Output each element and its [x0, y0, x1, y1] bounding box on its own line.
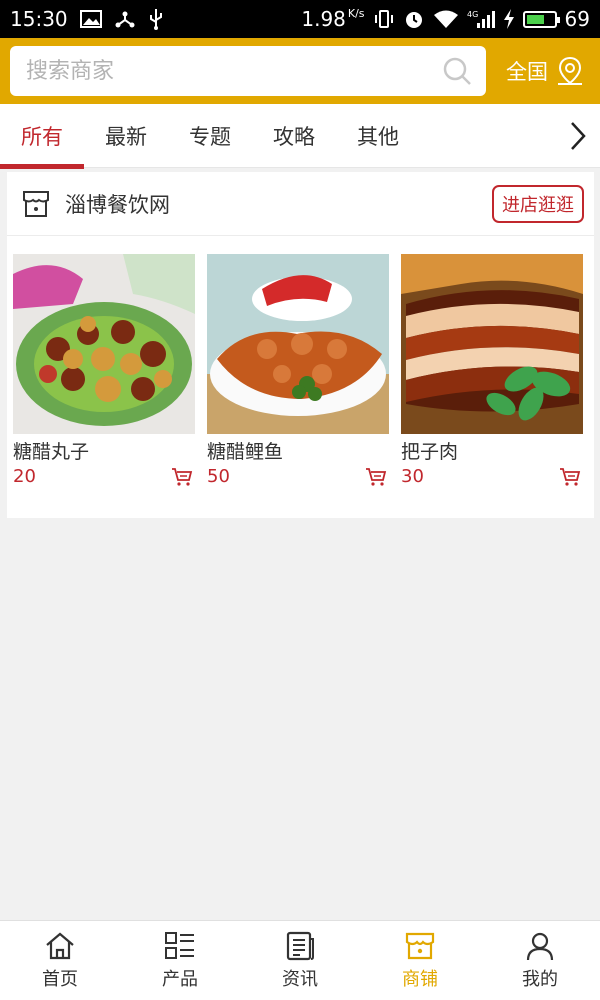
visit-shop-button[interactable]: 进店逛逛 — [492, 184, 584, 223]
shop-header: 淄博餐饮网 进店逛逛 — [7, 172, 594, 236]
location-icon — [556, 56, 584, 86]
product-meta: 50 — [207, 466, 389, 487]
product-image[interactable] — [207, 254, 389, 434]
region-selector[interactable]: 全国 — [506, 56, 590, 86]
network-label: 4G — [467, 10, 478, 19]
news-icon — [285, 931, 315, 961]
product-meta: 30 — [401, 466, 583, 487]
image-icon — [79, 10, 102, 28]
store-icon — [21, 189, 51, 219]
share-icon — [114, 9, 136, 29]
tab-guides[interactable]: 攻略 — [252, 104, 336, 168]
usb-icon — [148, 8, 164, 30]
status-left: 15:30 — [10, 7, 164, 31]
home-icon — [44, 931, 76, 961]
search-icon[interactable] — [442, 56, 472, 86]
vibrate-icon — [373, 9, 395, 29]
region-label: 全国 — [506, 60, 548, 84]
tabs-next-button[interactable] — [556, 104, 600, 168]
nav-shops-label: 商铺 — [402, 968, 438, 990]
cart-icon[interactable] — [171, 467, 195, 487]
product-price: 20 — [13, 466, 36, 487]
signal-icon: 4G — [467, 9, 495, 29]
product-list: 糖醋丸子 20 糖醋鲤鱼 50 把子肉 30 — [7, 236, 594, 487]
chevron-right-icon — [570, 121, 586, 151]
nav-profile[interactable]: 我的 — [480, 921, 600, 1000]
search-input[interactable] — [26, 58, 442, 84]
bottom-nav: 首页 产品 资讯 商铺 我的 — [0, 920, 600, 1000]
nav-products[interactable]: 产品 — [120, 921, 240, 1000]
network-speed: 1.98 K/s — [301, 7, 364, 31]
category-tabs: 所有 最新 专题 攻略 其他 — [0, 104, 600, 169]
product-meta: 20 — [13, 466, 195, 487]
nav-news-label: 资讯 — [282, 968, 318, 990]
list-icon — [164, 931, 196, 961]
product-image[interactable] — [401, 254, 583, 434]
nav-home[interactable]: 首页 — [0, 921, 120, 1000]
nav-shops[interactable]: 商铺 — [360, 921, 480, 1000]
product-price: 50 — [207, 466, 230, 487]
product-price: 30 — [401, 466, 424, 487]
header: 全国 — [0, 38, 600, 104]
cart-icon[interactable] — [365, 467, 389, 487]
wifi-icon — [433, 9, 459, 29]
shop-icon — [404, 931, 436, 961]
user-icon — [525, 931, 555, 961]
product-name: 把子肉 — [401, 441, 459, 463]
product-item[interactable]: 把子肉 30 — [401, 254, 583, 487]
battery-percent: 69 — [564, 7, 590, 31]
speed-value: 1.98 — [301, 7, 346, 31]
nav-products-label: 产品 — [162, 968, 198, 990]
shop-name: 淄博餐饮网 — [65, 192, 170, 217]
product-item[interactable]: 糖醋丸子 20 — [13, 254, 195, 487]
tab-latest[interactable]: 最新 — [84, 104, 168, 168]
speed-unit: K/s — [347, 7, 365, 20]
tab-other[interactable]: 其他 — [336, 104, 420, 168]
battery-icon — [522, 10, 560, 28]
shop-card: 淄博餐饮网 进店逛逛 糖醋丸子 20 糖醋鲤鱼 50 把子肉 30 — [7, 172, 594, 518]
product-name: 糖醋鲤鱼 — [207, 441, 284, 463]
charging-icon — [503, 9, 515, 29]
tab-all[interactable]: 所有 — [0, 104, 84, 169]
product-item[interactable]: 糖醋鲤鱼 50 — [207, 254, 389, 487]
status-time: 15:30 — [10, 7, 68, 31]
nav-news[interactable]: 资讯 — [240, 921, 360, 1000]
search-box[interactable] — [10, 46, 486, 96]
product-image[interactable] — [13, 254, 195, 434]
cart-icon[interactable] — [559, 467, 583, 487]
battery-fill — [526, 14, 545, 24]
status-bar: 15:30 1.98 K/s 4G 69 — [0, 0, 600, 38]
tab-topics[interactable]: 专题 — [168, 104, 252, 168]
alarm-icon — [403, 8, 425, 30]
nav-profile-label: 我的 — [522, 968, 558, 990]
nav-home-label: 首页 — [42, 968, 78, 990]
status-right: 1.98 K/s 4G 69 — [301, 7, 590, 31]
product-name: 糖醋丸子 — [13, 441, 90, 463]
